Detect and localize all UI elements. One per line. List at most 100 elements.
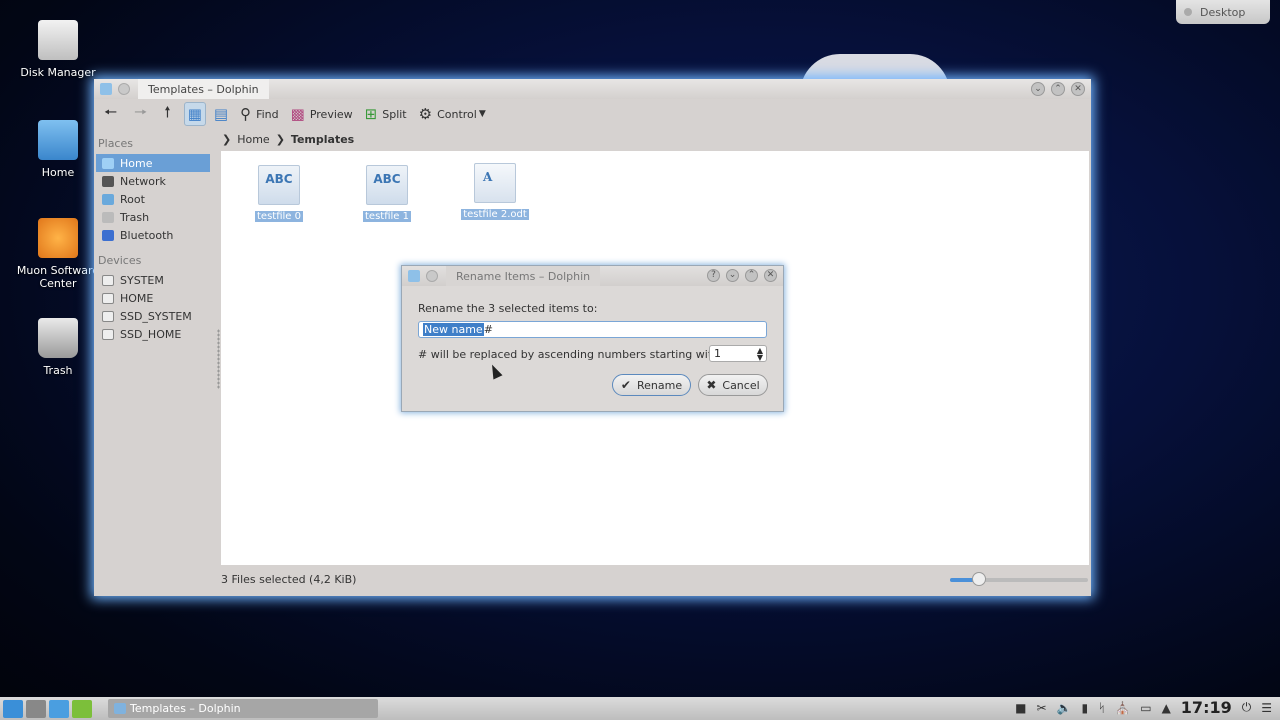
split-view-icon: ⊞ [364, 105, 378, 123]
new-name-input[interactable]: New name # [418, 321, 767, 338]
desktop-icon-muon[interactable]: Muon Software Center [13, 218, 103, 290]
dialog-app-icon[interactable] [408, 270, 420, 282]
sidebar-item-root[interactable]: Root [96, 190, 210, 208]
drive-icon [102, 292, 114, 304]
software-center-launcher-icon[interactable] [72, 699, 92, 718]
arrow-left-icon: 🠔 [104, 102, 118, 121]
minimize-button[interactable]: ⌄ [726, 269, 739, 282]
panel-settings-icon[interactable]: ☰ [1261, 701, 1272, 715]
close-button[interactable]: ✕ [1071, 82, 1085, 96]
desktop-icon-home[interactable]: Home [13, 120, 103, 179]
file-name: testfile 1 [363, 211, 411, 222]
dialog-title: Rename Items – Dolphin [446, 266, 601, 286]
file-name: testfile 2.odt [461, 209, 529, 220]
split-label: Split [382, 107, 407, 121]
details-view-button[interactable]: ▤ [210, 102, 232, 126]
desktop-icon-trash[interactable]: Trash [13, 318, 103, 377]
breadcrumb-home[interactable]: Home [237, 133, 269, 146]
cancel-button-label: Cancel [722, 378, 760, 392]
window-sticky-icon[interactable] [118, 83, 130, 95]
breadcrumb-separator-icon: ❯ [275, 133, 285, 146]
start-number-spinbox[interactable]: 1 ▲ ▼ [709, 345, 767, 362]
maximize-button[interactable]: ⌃ [745, 269, 758, 282]
tray-stop-icon[interactable]: ■ [1015, 701, 1026, 715]
preview-button[interactable]: ▩ Preview [287, 102, 357, 126]
back-button[interactable]: 🠔 [100, 102, 126, 126]
zoom-handle[interactable] [972, 572, 986, 586]
file-name: testfile 0 [255, 211, 303, 222]
file-item[interactable]: ABC testfile 1 [347, 165, 427, 222]
spin-arrows-icon[interactable]: ▲ ▼ [757, 346, 766, 361]
preview-label: Preview [309, 107, 353, 121]
muon-gears-icon [38, 218, 78, 258]
sidebar-item-label: Root [120, 192, 145, 206]
tray-scissors-icon[interactable]: ✂ [1036, 701, 1046, 715]
power-icon[interactable]: ⏻ [1242, 700, 1252, 715]
sidebar-item-home-device[interactable]: HOME [96, 289, 210, 307]
arrow-right-icon: 🠖 [134, 102, 148, 121]
sidebar-item-label: Home [120, 156, 153, 170]
close-button[interactable]: ✕ [764, 269, 777, 282]
up-button[interactable]: 🠕 [160, 102, 179, 126]
breadcrumb: ❯ Home ❯ Templates [222, 133, 354, 146]
window-title[interactable]: Templates – Dolphin [138, 79, 269, 99]
sidebar-item-label: Bluetooth [120, 228, 174, 242]
find-button[interactable]: ⚲ Find [236, 102, 283, 126]
sidebar-item-home[interactable]: Home [96, 154, 210, 172]
sidebar-item-label: SSD_SYSTEM [120, 309, 192, 323]
forward-button[interactable]: 🠖 [130, 102, 156, 126]
window-app-icon[interactable] [100, 83, 112, 95]
main-toolbar: 🠔 🠖 🠕 ▦ ▤ ⚲ Find ▩ Preview ⊞ Split ⚙ Con… [94, 99, 1091, 129]
desktop-icon-label: Muon Software Center [16, 264, 100, 290]
desktop-icon-label: Trash [43, 364, 73, 377]
rename-button[interactable]: ✔ Rename [612, 374, 691, 396]
sidebar-item-trash[interactable]: Trash [96, 208, 210, 226]
desktop-icon-label: Disk Manager [20, 66, 96, 79]
desktop-toolbox-label: Desktop [1200, 5, 1246, 19]
cancel-button[interactable]: ✖ Cancel [698, 374, 768, 396]
zoom-slider[interactable] [950, 572, 1088, 586]
desktop-icon-disk-manager[interactable]: Disk Manager [13, 20, 103, 79]
sidebar-item-ssd-home[interactable]: SSD_HOME [96, 325, 210, 343]
show-desktop-icon[interactable] [26, 699, 46, 718]
panel-resize-handle[interactable] [217, 329, 220, 389]
desktop-toolbox-button[interactable]: Desktop [1176, 0, 1270, 24]
places-section-title: Places [98, 137, 133, 150]
maximize-button[interactable]: ⌃ [1051, 82, 1065, 96]
sidebar-item-label: Trash [120, 210, 150, 224]
tray-device-icon[interactable]: ⛪ [1115, 701, 1130, 715]
control-menu-button[interactable]: ⚙ Control ▼ [415, 102, 490, 126]
selected-text: New name [423, 323, 484, 336]
task-entry-dolphin[interactable]: Templates – Dolphin [108, 699, 378, 718]
clock[interactable]: 17:19 [1181, 698, 1232, 717]
rename-prompt: Rename the 3 selected items to: [418, 302, 598, 315]
dialog-titlebar[interactable]: Rename Items – Dolphin ? ⌄ ⌃ ✕ [402, 266, 783, 286]
drive-icon [102, 328, 114, 340]
dialog-sticky-icon[interactable] [426, 270, 438, 282]
sidebar-item-ssd-system[interactable]: SSD_SYSTEM [96, 307, 210, 325]
arrow-up-icon: 🠕 [164, 102, 171, 121]
bluetooth-icon [102, 229, 114, 241]
chevron-down-icon: ▼ [478, 109, 486, 119]
places-panel: Places Home Network Root Trash Bluetooth… [94, 131, 216, 576]
icons-view-button[interactable]: ▦ [183, 102, 206, 126]
file-item[interactable]: A testfile 2.odt [455, 163, 535, 220]
sidebar-item-network[interactable]: Network [96, 172, 210, 190]
desktop-toolbox-icon [1184, 8, 1192, 16]
tray-battery-icon[interactable]: ▮ [1081, 701, 1088, 715]
sidebar-item-system[interactable]: SYSTEM [96, 271, 210, 289]
help-button[interactable]: ? [707, 269, 720, 282]
kickoff-launcher-icon[interactable] [3, 699, 23, 718]
minimize-button[interactable]: ⌄ [1031, 82, 1045, 96]
file-item[interactable]: ABC testfile 0 [239, 165, 319, 222]
tray-expand-icon[interactable]: ▲ [1162, 701, 1171, 715]
split-button[interactable]: ⊞ Split [361, 102, 411, 126]
tray-bluetooth-icon[interactable]: ᛋ [1098, 701, 1105, 715]
window-titlebar[interactable]: Templates – Dolphin ⌄ ⌃ ✕ [94, 79, 1091, 99]
dolphin-launcher-icon[interactable] [49, 699, 69, 718]
breadcrumb-current[interactable]: Templates [291, 133, 354, 146]
tray-volume-icon[interactable]: 🔈 [1057, 701, 1072, 715]
drive-icon [102, 310, 114, 322]
sidebar-item-bluetooth[interactable]: Bluetooth [96, 226, 210, 244]
tray-network-icon[interactable]: ▭ [1140, 701, 1151, 715]
